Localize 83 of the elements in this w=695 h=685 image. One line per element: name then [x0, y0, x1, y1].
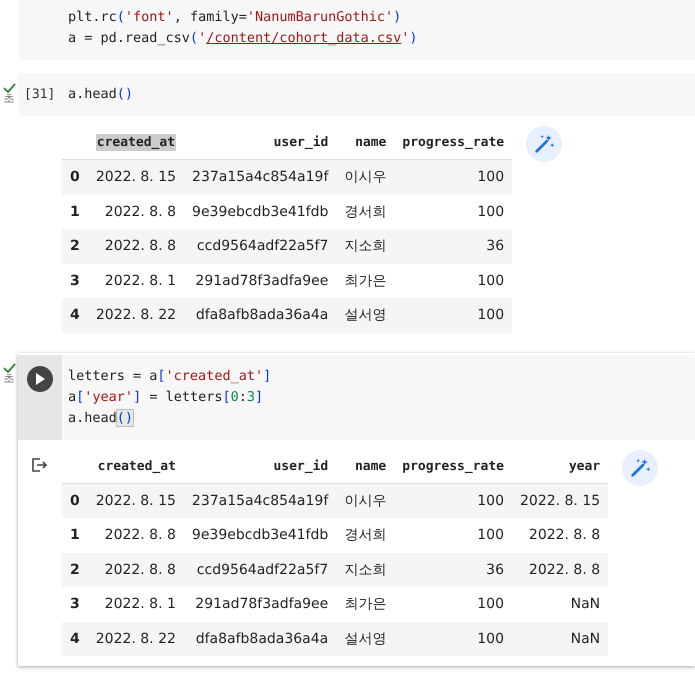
table-cell: 100 — [394, 298, 512, 332]
table-cell: 36 — [394, 552, 512, 587]
table-cell: 2022. 8. 8 — [88, 552, 184, 587]
table-cell: 2022. 8. 8 — [88, 518, 184, 552]
table-cell: 100 — [394, 483, 512, 518]
table-cell: 지소희 — [336, 552, 394, 587]
row-index: 0 — [62, 483, 88, 518]
table-cell: 경서희 — [336, 518, 394, 552]
table-cell: 100 — [394, 622, 512, 656]
code-cell[interactable] — [18, 73, 695, 332]
column-header: created_at — [98, 458, 176, 474]
row-index: 1 — [62, 518, 88, 552]
code-line: a['year'] = letters[0:3] — [68, 388, 264, 406]
magic-wand-icon — [533, 133, 556, 155]
table-cell: dfa8afb8ada36a4a — [184, 622, 336, 656]
table-cell: NaN — [512, 622, 608, 656]
table-cell: ccd9564adf22a5f7 — [184, 229, 336, 264]
table-cell: 지소희 — [336, 229, 394, 264]
table-cell: 237a15a4c854a19f — [184, 160, 336, 194]
table-cell: 36 — [394, 229, 512, 264]
table-cell: 2022. 8. 15 — [512, 483, 608, 518]
column-header: progress_rate — [402, 458, 504, 474]
table-cell: 최가은 — [336, 587, 394, 622]
code-line: a.head() — [68, 408, 134, 428]
table-cell: 100 — [394, 264, 512, 298]
table-cell: 100 — [394, 587, 512, 622]
magic-wand-button[interactable] — [526, 126, 562, 162]
table-cell: 이시우 — [336, 160, 394, 194]
row-index: 3 — [62, 587, 88, 622]
table-cell: 2022. 8. 1 — [88, 587, 184, 622]
row-index: 3 — [62, 264, 88, 298]
execution-count: [31] — [24, 87, 56, 102]
run-button[interactable] — [27, 366, 53, 392]
row-index: 4 — [62, 622, 88, 656]
table-cell: dfa8afb8ada36a4a — [184, 298, 336, 332]
row-index: 1 — [62, 194, 88, 229]
table-cell: 2022. 8. 22 — [88, 622, 184, 656]
code-line: a.head() — [68, 85, 134, 104]
column-header: progress_rate — [402, 135, 504, 150]
play-icon — [35, 372, 45, 384]
table-cell: 9e39ebcdb3e41fdb — [184, 194, 336, 229]
execution-time: 초 — [4, 93, 14, 105]
column-header: user_id — [273, 458, 328, 474]
row-index: 2 — [62, 229, 88, 264]
table-cell: 2022. 8. 8 — [512, 552, 608, 587]
row-index: 2 — [62, 552, 88, 587]
table-cell: 100 — [394, 160, 512, 194]
code-cell[interactable]: plt.rc('font', family='NanumBarunGothic') a = pd.read_csv('/content/cohort_data.csv') — [18, 0, 695, 60]
table-cell: 설서영 — [336, 298, 394, 332]
column-header: name — [354, 458, 386, 474]
magic-wand-icon — [629, 456, 652, 478]
table-cell: 이시우 — [336, 483, 394, 518]
table-cell: 291ad78f3adfa9ee — [184, 264, 336, 298]
table-cell: 2022. 8. 15 — [88, 160, 184, 194]
table-cell: 2022. 8. 1 — [88, 264, 184, 298]
table-cell: NaN — [512, 587, 608, 622]
table-cell: 2022. 8. 8 — [512, 518, 608, 552]
code-line: letters = a['created_at'] — [68, 366, 272, 386]
focused-cell[interactable] — [18, 352, 695, 666]
column-header: name — [355, 135, 386, 150]
code-line: a = pd.read_csv('/content/cohort_data.csv') — [68, 29, 418, 48]
table-cell: 2022. 8. 8 — [88, 229, 184, 264]
column-header: user_id — [274, 135, 328, 150]
output-icon[interactable] — [32, 458, 48, 472]
table-cell: 설서영 — [336, 622, 394, 656]
row-index: 4 — [62, 298, 88, 332]
table-cell: 2022. 8. 15 — [88, 483, 184, 518]
magic-wand-button[interactable] — [622, 450, 658, 486]
code-line: plt.rc('font', family='NanumBarunGothic') — [68, 8, 402, 27]
table-cell: 100 — [394, 518, 512, 552]
table-cell: ccd9564adf22a5f7 — [184, 552, 336, 587]
column-header: created_at — [96, 134, 176, 151]
table-cell: 291ad78f3adfa9ee — [184, 587, 336, 622]
table-cell: 9e39ebcdb3e41fdb — [184, 518, 336, 552]
column-header: year — [568, 458, 600, 474]
row-index: 0 — [62, 160, 88, 194]
table-cell: 경서희 — [336, 194, 394, 229]
execution-time: 초 — [4, 372, 14, 384]
table-cell: 100 — [394, 194, 512, 229]
table-cell: 237a15a4c854a19f — [184, 483, 336, 518]
table-cell: 2022. 8. 8 — [88, 194, 184, 229]
table-cell: 최가은 — [336, 264, 394, 298]
table-cell: 2022. 8. 22 — [88, 298, 184, 332]
